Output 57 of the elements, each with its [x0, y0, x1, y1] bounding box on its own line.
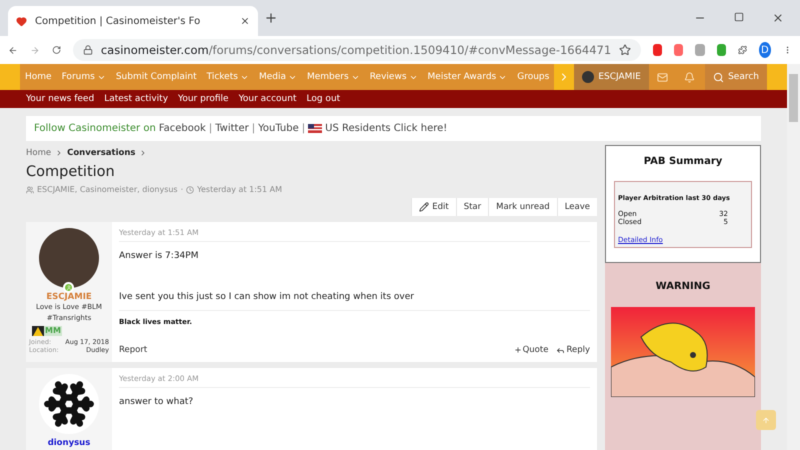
flag-icon	[308, 124, 322, 133]
follow-text: Follow Casinomeister on	[34, 123, 156, 134]
action-button[interactable]: Star	[456, 198, 488, 216]
user-badge: MM	[44, 326, 62, 336]
card-title: PAB Summary	[642, 156, 724, 167]
close-icon[interactable]	[240, 16, 250, 26]
author-name[interactable]: dionysus	[48, 438, 90, 448]
new-tab-icon[interactable]	[264, 11, 278, 25]
extensions-icon[interactable]	[738, 44, 747, 56]
social-link[interactable]: Twitter	[215, 123, 249, 134]
social-link[interactable]: YouTube	[258, 123, 299, 134]
participants: ESCJAMIE, Casinomeister, dionysus	[37, 185, 178, 194]
sub-nav-link[interactable]: Your news feed	[26, 94, 94, 104]
avatar-icon	[582, 71, 594, 83]
sub-nav-link[interactable]: Log out	[306, 94, 340, 104]
sub-nav-link[interactable]: Latest activity	[104, 94, 168, 104]
extension-icon[interactable]	[653, 44, 662, 56]
us-residents-link[interactable]: US Residents Click here!	[325, 123, 448, 134]
user-menu[interactable]: ESCJAMIE	[574, 64, 649, 90]
address-bar[interactable]: casinomeister.com/forums/conversations/competition.1509410/#convMessage-1664471	[72, 39, 642, 61]
separator: |	[208, 123, 212, 134]
reply-icon	[556, 346, 566, 354]
separator: ·	[180, 185, 184, 194]
social-link[interactable]: Facebook	[158, 123, 206, 134]
clock-icon	[186, 186, 194, 194]
star-icon[interactable]	[619, 44, 632, 56]
plus-icon	[514, 346, 522, 354]
reply-link[interactable]: Reply	[556, 345, 590, 355]
extension-icon[interactable]	[674, 44, 684, 56]
sub-nav-link[interactable]: Your profile	[178, 94, 229, 104]
extension-icon[interactable]	[716, 44, 726, 56]
message-text: Ive sent you this just so I can show im not cheating when its over	[119, 292, 415, 302]
breadcrumb-link[interactable]: Conversations	[67, 148, 136, 158]
breadcrumb-link[interactable]: Home	[26, 148, 52, 158]
message-text: answer to what?	[119, 397, 194, 407]
warning-title: WARNING	[656, 281, 710, 292]
message-text: Answer is 7:34PM	[119, 251, 200, 261]
action-button[interactable]: Edit	[411, 198, 456, 216]
profile-avatar[interactable]: D	[758, 42, 771, 58]
users-icon	[26, 186, 34, 194]
separator: |	[252, 123, 256, 134]
close-icon[interactable]	[772, 12, 784, 24]
search-icon	[713, 72, 724, 82]
sub-nav-link[interactable]: Your account	[238, 94, 296, 104]
page-title: Competition	[26, 164, 116, 180]
action-button[interactable]: Mark unread	[488, 198, 557, 216]
edit-icon	[419, 202, 430, 212]
maximize-icon[interactable]	[734, 12, 744, 22]
report-link[interactable]: Report	[119, 345, 148, 355]
action-button[interactable]: Leave	[556, 198, 597, 216]
lock-icon	[82, 45, 93, 55]
heart-icon	[16, 16, 27, 26]
reload-icon[interactable]	[52, 44, 61, 56]
quote-link[interactable]: Quote	[514, 345, 548, 355]
separator: |	[302, 123, 306, 134]
date-text: Yesterday at 1:51 AM	[197, 185, 282, 194]
browser-tab[interactable]: Competition | Casinomeister's Fo	[8, 6, 258, 36]
